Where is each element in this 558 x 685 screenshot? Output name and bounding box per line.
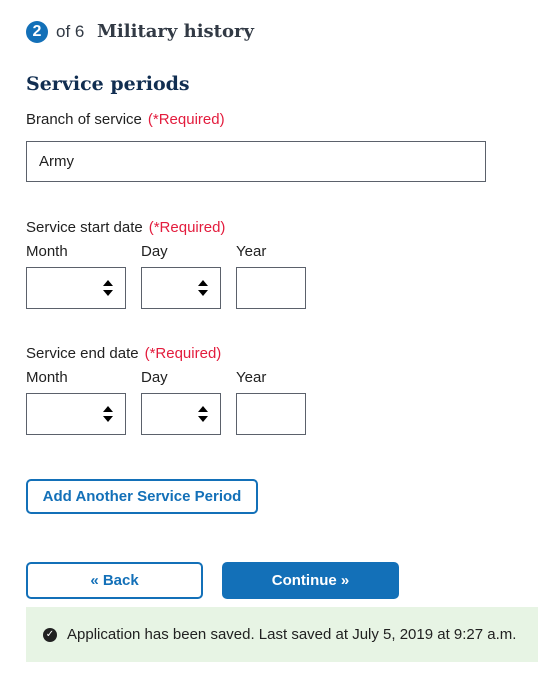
end-day-select[interactable] <box>141 393 221 435</box>
continue-button[interactable]: Continue » <box>222 562 399 599</box>
branch-of-service-input[interactable]: Army <box>26 141 486 182</box>
required-marker: (*Required) <box>147 111 225 128</box>
end-day-label: Day <box>141 369 168 386</box>
step-count: of 6 <box>56 22 85 41</box>
start-date-label: Service start date (*Required) <box>26 219 225 236</box>
add-service-period-button[interactable]: Add Another Service Period <box>26 479 258 514</box>
saved-banner: ✓ Application has been saved. Last saved… <box>26 607 538 662</box>
branch-label: Branch of service (*Required) <box>26 111 225 128</box>
back-button[interactable]: « Back <box>26 562 203 599</box>
end-date-label: Service end date (*Required) <box>26 345 221 362</box>
end-year-input[interactable] <box>236 393 306 435</box>
start-month-label: Month <box>26 243 68 260</box>
section-heading: Service periods <box>26 73 190 95</box>
required-marker: (*Required) <box>148 219 226 236</box>
start-month-select[interactable] <box>26 267 126 309</box>
end-year-label: Year <box>236 369 267 386</box>
end-month-select[interactable] <box>26 393 126 435</box>
check-circle-icon: ✓ <box>43 627 57 642</box>
start-day-label: Day <box>141 243 168 260</box>
start-date-label-text: Service start date <box>26 219 143 236</box>
end-month-label: Month <box>26 369 68 386</box>
start-day-select[interactable] <box>141 267 221 309</box>
end-date-label-text: Service end date <box>26 345 139 362</box>
branch-label-text: Branch of service <box>26 111 142 128</box>
step-number-badge: 2 <box>26 21 48 43</box>
start-year-label: Year <box>236 243 267 260</box>
saved-message: Application has been saved. Last saved a… <box>67 626 517 643</box>
page-title: Military history <box>97 21 254 42</box>
required-marker: (*Required) <box>144 345 222 362</box>
start-year-input[interactable] <box>236 267 306 309</box>
